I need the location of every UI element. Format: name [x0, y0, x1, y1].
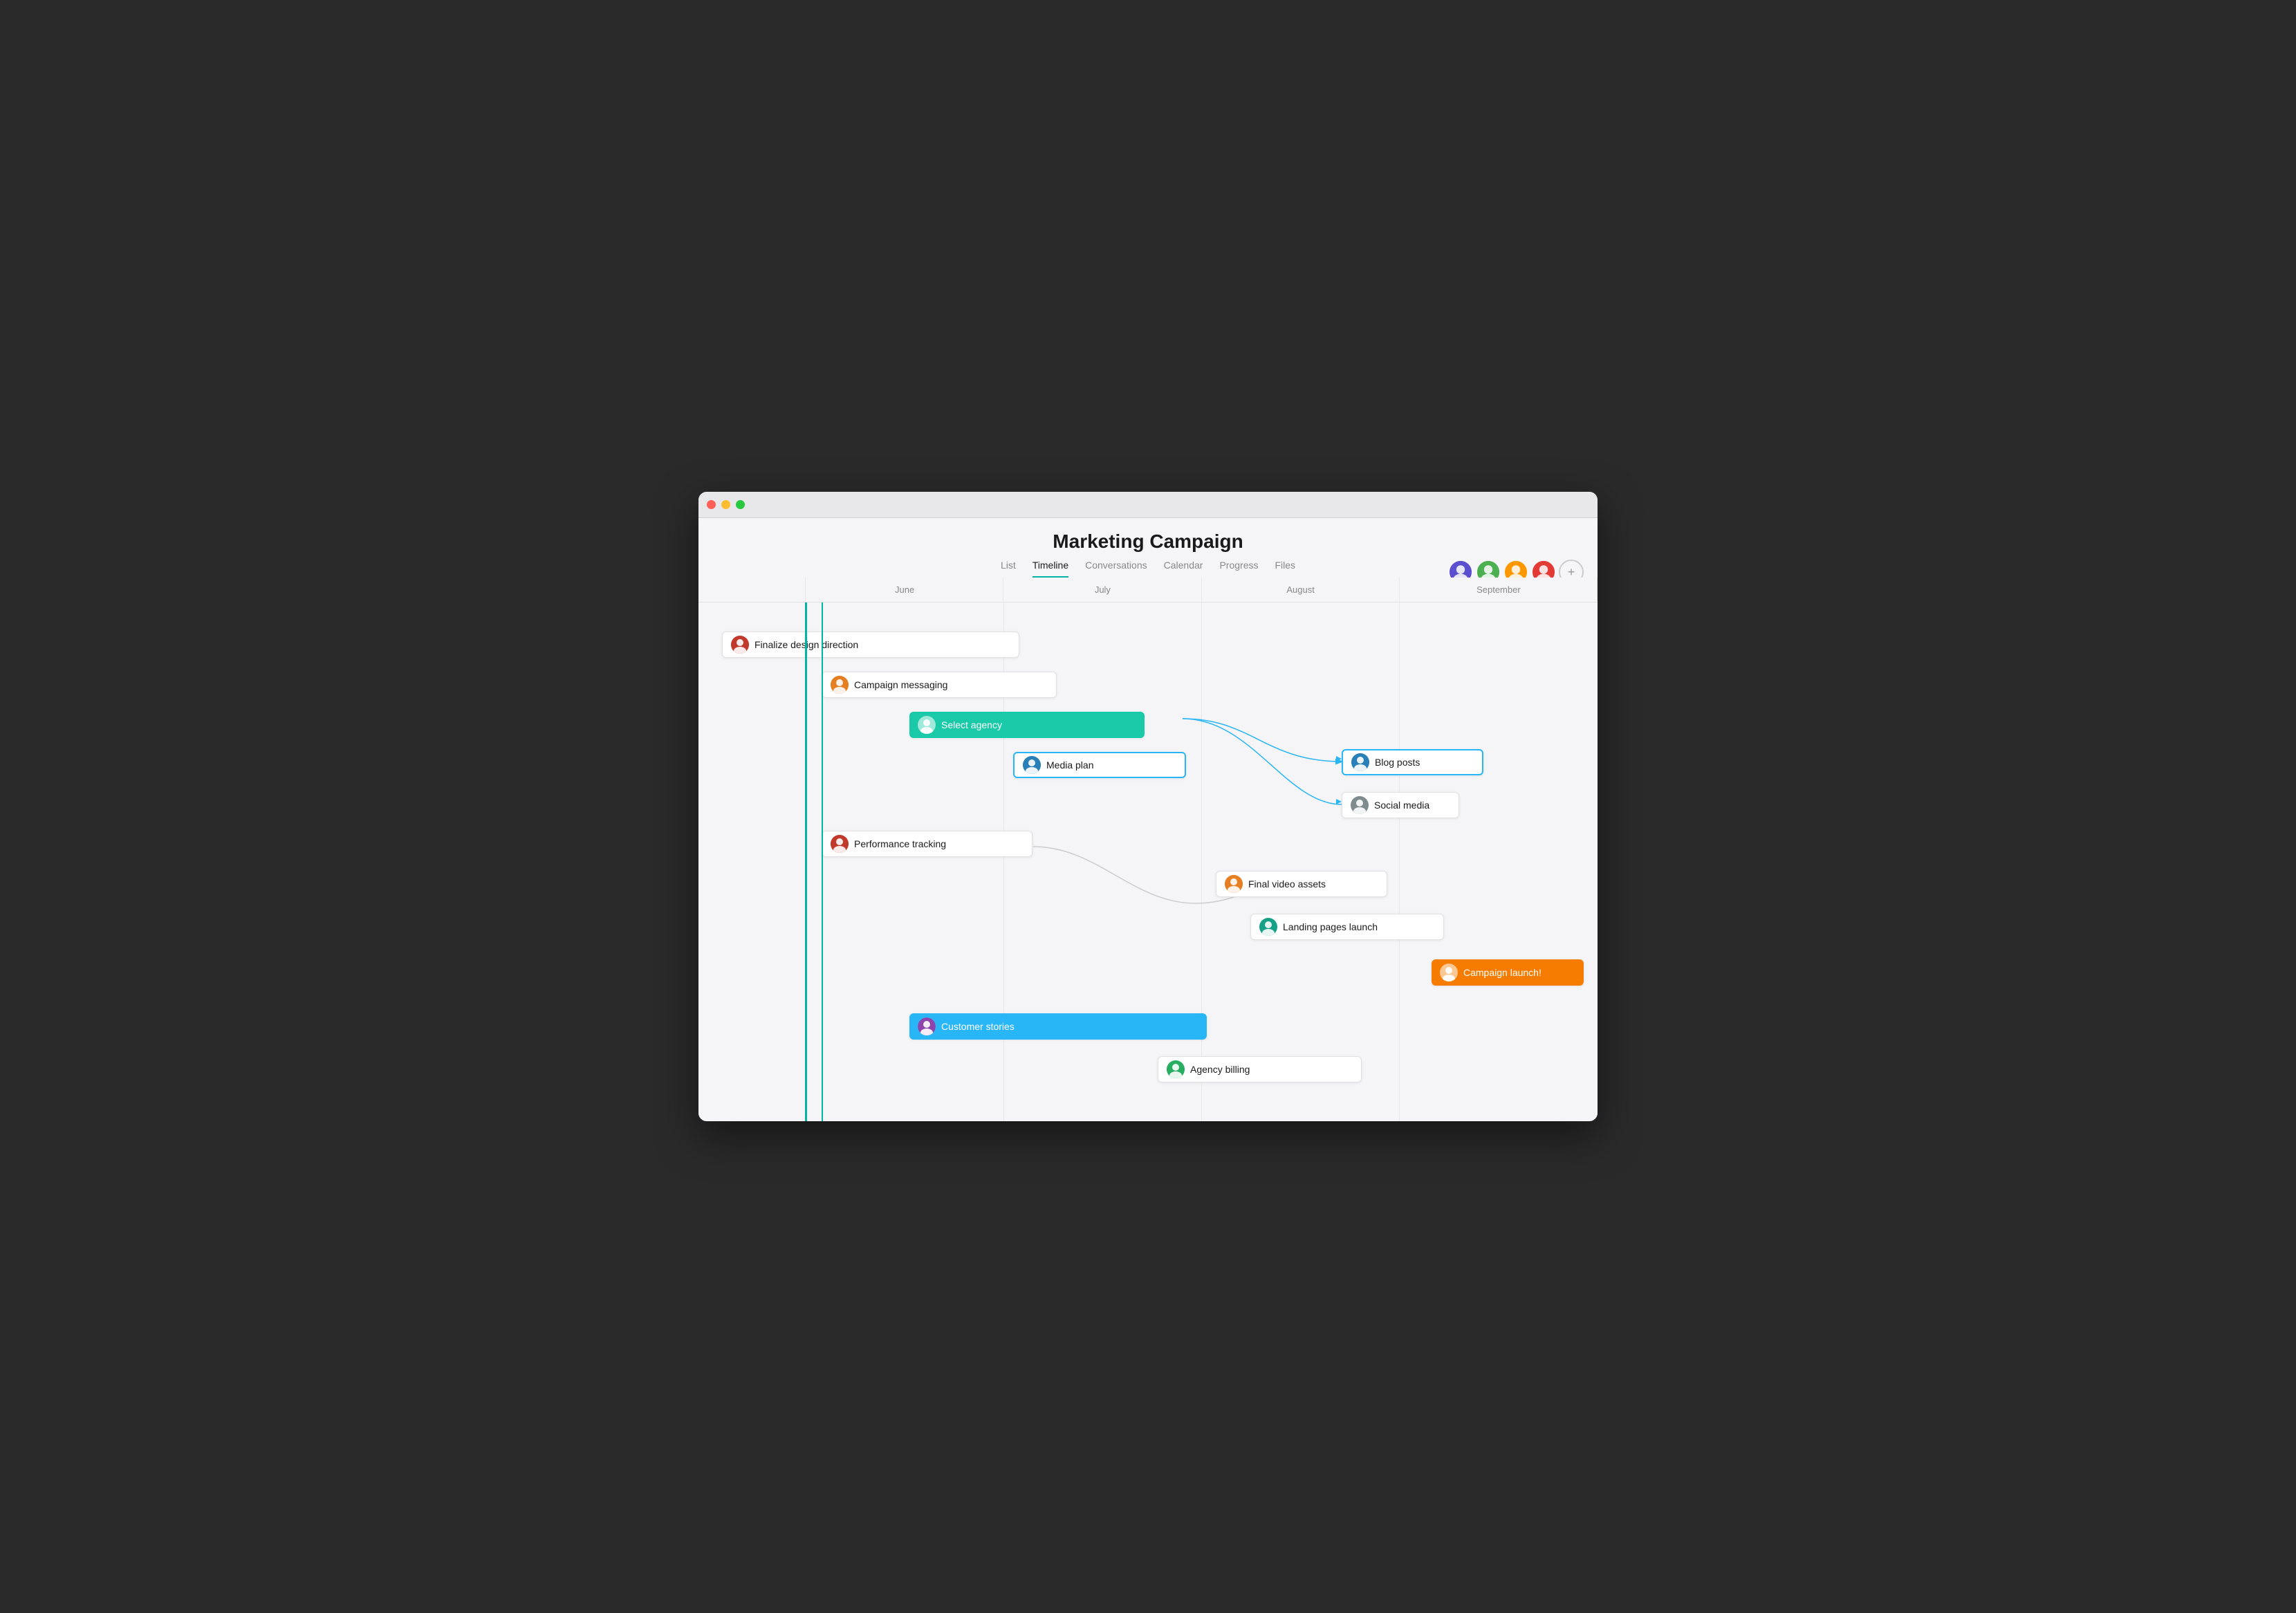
- task-label: Media plan: [1046, 759, 1094, 771]
- month-july: July: [1003, 578, 1201, 602]
- month-june: June: [806, 578, 1003, 602]
- task-blog-posts[interactable]: Blog posts: [1342, 749, 1483, 775]
- maximize-button[interactable]: [736, 500, 745, 509]
- task-media-plan[interactable]: Media plan: [1013, 752, 1186, 778]
- close-button[interactable]: [707, 500, 716, 509]
- avatar-finalize: [731, 636, 749, 654]
- grid-august: [1201, 602, 1202, 1121]
- task-campaign-messaging[interactable]: Campaign messaging: [822, 672, 1057, 698]
- task-finalize-design[interactable]: Finalize design direction: [722, 632, 1019, 658]
- page-title: Marketing Campaign: [712, 531, 1584, 553]
- task-label: Agency billing: [1190, 1064, 1250, 1075]
- tab-calendar[interactable]: Calendar: [1164, 560, 1203, 578]
- minimize-button[interactable]: [721, 500, 730, 509]
- task-social-media[interactable]: Social media: [1342, 792, 1459, 818]
- avatar-billing: [1167, 1060, 1185, 1078]
- tab-files[interactable]: Files: [1275, 560, 1295, 578]
- task-label: Campaign launch!: [1463, 967, 1542, 978]
- task-final-video[interactable]: Final video assets: [1216, 871, 1387, 897]
- task-label: Final video assets: [1248, 878, 1326, 890]
- app-window: Marketing Campaign + List Timeline Conve…: [698, 492, 1598, 1121]
- tab-conversations[interactable]: Conversations: [1085, 560, 1147, 578]
- tab-timeline[interactable]: Timeline: [1033, 560, 1068, 578]
- task-label: Performance tracking: [854, 838, 946, 849]
- task-label: Customer stories: [941, 1021, 1015, 1032]
- tab-list[interactable]: List: [1001, 560, 1016, 578]
- avatar-stories: [918, 1017, 936, 1035]
- titlebar: [698, 492, 1598, 518]
- avatar-perf: [831, 835, 849, 853]
- avatar-landing: [1259, 918, 1277, 936]
- task-label: Blog posts: [1375, 757, 1420, 768]
- timeline-axis: [805, 602, 807, 1121]
- task-label: Campaign messaging: [854, 679, 947, 690]
- gantt-area: Finalize design direction Campaign messa…: [698, 602, 1598, 1121]
- task-label: Select agency: [941, 719, 1002, 730]
- traffic-lights: [707, 500, 745, 509]
- avatar-video: [1225, 875, 1243, 893]
- timeline-body: Finalize design direction Campaign messa…: [698, 602, 1598, 1121]
- task-label: Landing pages launch: [1283, 921, 1378, 932]
- timeline-container: June July August September: [698, 578, 1598, 1121]
- task-select-agency[interactable]: Select agency: [909, 712, 1145, 738]
- avatar-launch: [1440, 964, 1458, 981]
- task-customer-stories[interactable]: Customer stories: [909, 1013, 1207, 1040]
- task-label: Social media: [1374, 800, 1429, 811]
- avatar-media-plan: [1023, 756, 1041, 774]
- month-september: September: [1400, 578, 1598, 602]
- avatar-messaging: [831, 676, 849, 694]
- tab-progress[interactable]: Progress: [1219, 560, 1258, 578]
- task-performance-tracking[interactable]: Performance tracking: [822, 831, 1033, 857]
- grid-september: [1399, 602, 1400, 1121]
- avatar-blog: [1351, 753, 1369, 771]
- app-header: Marketing Campaign + List Timeline Conve…: [698, 518, 1598, 578]
- month-august: August: [1202, 578, 1400, 602]
- avatar-social: [1351, 796, 1369, 814]
- task-landing-pages[interactable]: Landing pages launch: [1250, 914, 1444, 940]
- avatar-select-agency: [918, 716, 936, 734]
- task-agency-billing[interactable]: Agency billing: [1158, 1056, 1362, 1082]
- task-campaign-launch[interactable]: Campaign launch!: [1432, 959, 1584, 986]
